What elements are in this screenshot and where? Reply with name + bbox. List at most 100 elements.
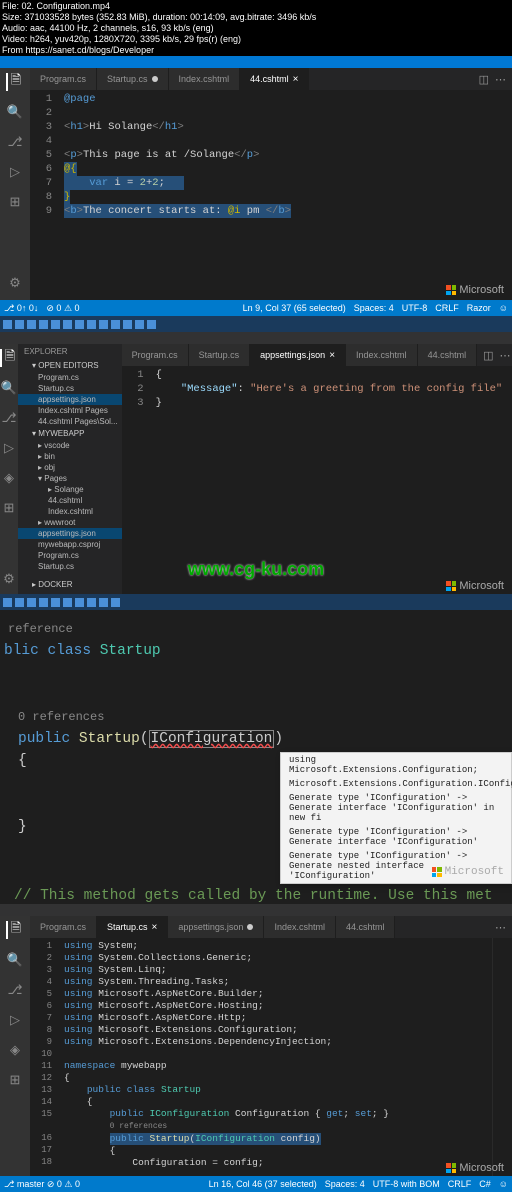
debug-icon[interactable]: ▷ [6,1011,24,1029]
git-icon[interactable]: ⎇ [0,409,18,427]
eol-status[interactable]: CRLF [448,1179,472,1189]
sidebar-item[interactable]: Index.cshtml Pages [18,405,122,416]
language-status[interactable]: C# [479,1179,491,1189]
debug-icon[interactable]: ▷ [6,163,24,181]
tab-appsettings[interactable]: appsettings.json× [250,344,346,366]
tab-44-cshtml[interactable]: 44.cshtml × [240,68,309,90]
project-section[interactable]: ▾ MYWEBAPP [18,427,122,440]
tab-index-cshtml[interactable]: Index.cshtml [264,916,336,938]
intellisense-item[interactable]: using Microsoft.Extensions.Configuration… [281,753,511,777]
encoding-status[interactable]: UTF-8 [402,303,428,313]
git-icon[interactable]: ⎇ [6,133,24,151]
code-editor[interactable]: 123456789 @page <h1>Hi Solange</h1> <p>T… [30,90,512,300]
search-icon[interactable]: 🔍 [6,103,24,121]
code-content[interactable]: using System; using System.Collections.G… [58,938,492,1176]
intellisense-item[interactable]: Microsoft.Extensions.Configuration.IConf… [281,777,511,791]
indent-status[interactable]: Spaces: 4 [325,1179,365,1189]
video-metadata: File: 02. Configuration.mp4 Size: 371033… [0,0,512,57]
feedback-icon[interactable]: ☺ [499,303,508,313]
minimap[interactable] [492,938,512,1176]
sidebar-item[interactable]: ▸ obj [18,462,122,473]
docker-icon[interactable]: ◈ [6,1041,24,1059]
tab-label: 44.cshtml [250,74,289,84]
sidebar-item[interactable]: ▸ wwwroot [18,517,122,528]
tab-program-cs[interactable]: Program.cs [30,916,97,938]
tab-startup-cs[interactable]: Startup.cs [97,68,169,90]
json-key: "Message" [181,383,238,395]
debug-icon[interactable]: ▷ [0,439,18,457]
tab-startup-cs[interactable]: Startup.cs [189,344,251,366]
cursor-position[interactable]: Ln 9, Col 37 (65 selected) [243,303,346,313]
eol-status[interactable]: CRLF [435,303,459,313]
tab-startup-cs[interactable]: Startup.cs× [97,916,168,938]
intellisense-item[interactable]: Generate type 'IConfiguration' -> Genera… [281,791,511,825]
sidebar-item[interactable]: ▾ Pages [18,473,122,484]
code-type-error[interactable]: IConfiguration [149,730,275,748]
sidebar-item[interactable]: Program.cs [18,550,122,561]
dirty-dot-icon [247,924,253,930]
split-icon[interactable]: ◫ [483,349,493,362]
extensions-icon[interactable]: ⊞ [6,1071,24,1089]
codelens-refs[interactable]: reference [4,618,508,640]
sidebar-item[interactable]: Startup.cs [18,383,122,394]
settings-icon[interactable]: ⚙ [0,570,18,588]
search-icon[interactable]: 🔍 [6,951,24,969]
sidebar-item[interactable]: 44.cshtml [18,495,122,506]
more-icon[interactable]: ⋯ [495,73,506,86]
code-editor[interactable]: 123 { "Message": "Here's a greeting from… [122,366,512,594]
sidebar-item[interactable]: ▸ Solange [18,484,122,495]
intellisense-popup[interactable]: using Microsoft.Extensions.Configuration… [280,752,512,884]
sidebar-item[interactable]: Index.cshtml [18,506,122,517]
files-icon[interactable]: 🗎 [0,349,18,367]
tab-program-cs[interactable]: Program.cs [122,344,189,366]
section-label: MYWEBAPP [38,429,84,438]
encoding-status[interactable]: UTF-8 with BOM [373,1179,440,1189]
more-icon[interactable]: ⋯ [495,921,506,934]
code-editor[interactable]: 123456789101112131415161718 using System… [30,938,512,1176]
files-icon[interactable]: 🗎 [6,73,24,91]
intellisense-item[interactable]: Generate type 'IConfiguration' -> Genera… [281,825,511,849]
codelens-refs[interactable]: 0 references [4,706,508,728]
tab-appsettings[interactable]: appsettings.json [168,916,264,938]
status-errors[interactable]: ⊘ 0 ⚠ 0 [46,303,79,314]
sidebar-item[interactable]: mywebapp.csproj [18,539,122,550]
close-icon[interactable]: × [329,350,335,361]
language-status[interactable]: Razor [467,303,491,313]
sidebar-item[interactable]: Startup.cs [18,561,122,572]
logo-text: Microsoft [459,580,504,592]
sidebar-item[interactable]: Program.cs [18,372,122,383]
tab-44-cshtml[interactable]: 44.cshtml [336,916,396,938]
settings-icon[interactable]: ⚙ [6,274,24,292]
status-branch[interactable]: ⎇ 0↑ 0↓ [4,303,38,314]
code-content[interactable]: @page <h1>Hi Solange</h1> <p>This page i… [58,90,512,300]
status-branch[interactable]: ⎇ master ⊘ 0 ⚠ 0 [4,1179,80,1190]
sidebar-title: EXPLORER [18,344,122,359]
cursor-position[interactable]: Ln 16, Col 46 (37 selected) [209,1179,317,1189]
open-editors-section[interactable]: ▾ OPEN EDITORS [18,359,122,372]
sidebar-item[interactable]: ▸ vscode [18,440,122,451]
docker-icon[interactable]: ◈ [0,469,18,487]
tab-index-cshtml[interactable]: Index.cshtml [169,68,241,90]
git-icon[interactable]: ⎇ [6,981,24,999]
close-icon[interactable]: × [152,922,158,933]
tab-index-cshtml[interactable]: Index.cshtml [346,344,418,366]
more-icon[interactable]: ⋯ [499,349,510,362]
sidebar-item[interactable]: 44.cshtml Pages\Sol... [18,416,122,427]
docker-section[interactable]: ▸ DOCKER [18,578,122,591]
sidebar-item[interactable]: appsettings.json [18,528,122,539]
tab-program-cs[interactable]: Program.cs [30,68,97,90]
code-method: Startup [79,731,140,747]
search-icon[interactable]: 🔍 [0,379,18,397]
split-icon[interactable]: ◫ [479,73,489,86]
tab-44-cshtml[interactable]: 44.cshtml [418,344,478,366]
sidebar-item[interactable]: appsettings.json [18,394,122,405]
feedback-icon[interactable]: ☺ [499,1179,508,1189]
indent-status[interactable]: Spaces: 4 [354,303,394,313]
extensions-icon[interactable]: ⊞ [6,193,24,211]
tab-label: Index.cshtml [274,922,325,932]
close-icon[interactable]: × [293,74,299,85]
files-icon[interactable]: 🗎 [6,921,24,939]
extensions-icon[interactable]: ⊞ [0,499,18,517]
code-content[interactable]: { "Message": "Here's a greeting from the… [150,366,512,594]
sidebar-item[interactable]: ▸ bin [18,451,122,462]
